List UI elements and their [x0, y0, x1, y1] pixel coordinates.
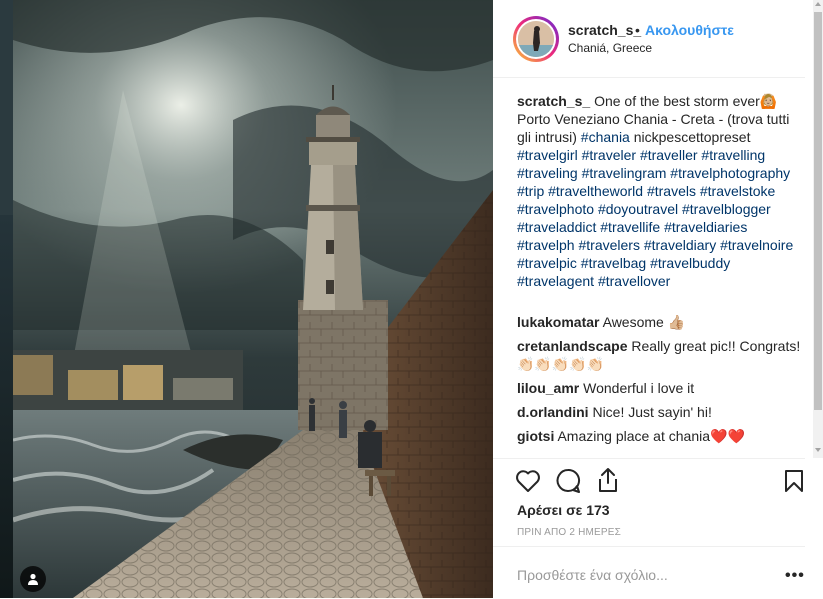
- hashtag-chania[interactable]: #chania: [581, 129, 630, 145]
- likes-count[interactable]: Αρέσει σε 173: [517, 502, 610, 518]
- comment-item: d.orlandini Nice! Just sayin' hi!: [517, 403, 807, 421]
- share-icon[interactable]: [597, 467, 619, 493]
- location-link[interactable]: Chaniá, Greece: [568, 41, 652, 55]
- comment-username[interactable]: giotsi: [517, 428, 554, 444]
- post-header: scratch_s_ • Ακολουθήστε Chaniá, Greece: [493, 0, 805, 78]
- comment-item: cretanlandscape Really great pic!! Congr…: [517, 337, 807, 373]
- comment-item: lilou_amr Wonderful i love it: [517, 379, 807, 397]
- previous-post-strip[interactable]: [0, 0, 13, 598]
- scroll-up-icon[interactable]: [815, 2, 821, 6]
- bookmark-icon[interactable]: [784, 469, 804, 493]
- scrollbar-thumb[interactable]: [814, 12, 822, 410]
- comment-username[interactable]: d.orlandini: [517, 404, 589, 420]
- comment-text: Awesome 👍🏼: [602, 314, 686, 330]
- comment-item: giotsi Amazing place at chania❤️❤️: [517, 427, 807, 445]
- caption-username[interactable]: scratch_s_: [517, 93, 590, 109]
- comment-username[interactable]: lukakomatar: [517, 314, 599, 330]
- comments-scrollbar[interactable]: [813, 0, 823, 458]
- scroll-down-icon[interactable]: [815, 448, 821, 452]
- caption-emoji: 🙆🏼: [759, 93, 778, 109]
- comment-icon[interactable]: [555, 468, 581, 494]
- lighthouse-storm-image: [13, 0, 493, 598]
- post-actions: Αρέσει σε 173 ΠΡΙΝ ΑΠΟ 2 ΗΜΕΡΕΣ: [493, 458, 805, 549]
- caption-text-3: nickpescettopreset: [633, 129, 751, 145]
- post-side-panel: scratch_s_ • Ακολουθήστε Chaniá, Greece …: [493, 0, 823, 598]
- add-comment-bar: Προσθέστε ένα σχόλιο... •••: [493, 546, 805, 599]
- comment-input[interactable]: Προσθέστε ένα σχόλιο...: [517, 567, 668, 583]
- post-username[interactable]: scratch_s_: [568, 22, 641, 38]
- comment-text: Amazing place at chania❤️❤️: [557, 428, 745, 444]
- comment-text: Nice! Just sayin' hi!: [592, 404, 712, 420]
- avatar[interactable]: [513, 16, 559, 62]
- comment-item: lukakomatar Awesome 👍🏼: [517, 313, 807, 331]
- user-tag-button[interactable]: [20, 566, 46, 592]
- previous-post-top: [0, 0, 13, 215]
- heart-icon[interactable]: [515, 469, 541, 493]
- user-tag-icon: [28, 573, 38, 585]
- comment-username[interactable]: cretanlandscape: [517, 338, 628, 354]
- post-timestamp[interactable]: ΠΡΙΝ ΑΠΟ 2 ΗΜΕΡΕΣ: [517, 527, 621, 538]
- post-photo[interactable]: [13, 0, 493, 598]
- caption-text: One of the best storm ever: [594, 93, 760, 109]
- caption: scratch_s_ One of the best storm ever🙆🏼 …: [517, 92, 807, 290]
- more-options-button[interactable]: •••: [785, 567, 805, 585]
- avatar-photo: [518, 21, 554, 57]
- caption-hashtags[interactable]: #travelgirl #traveler #traveller #travel…: [517, 147, 793, 289]
- comment-username[interactable]: lilou_amr: [517, 380, 579, 396]
- follow-button[interactable]: Ακολουθήστε: [645, 22, 734, 38]
- previous-post-bottom: [0, 215, 13, 598]
- comment-text: Wonderful i love it: [583, 380, 695, 396]
- separator-dot: •: [635, 22, 640, 38]
